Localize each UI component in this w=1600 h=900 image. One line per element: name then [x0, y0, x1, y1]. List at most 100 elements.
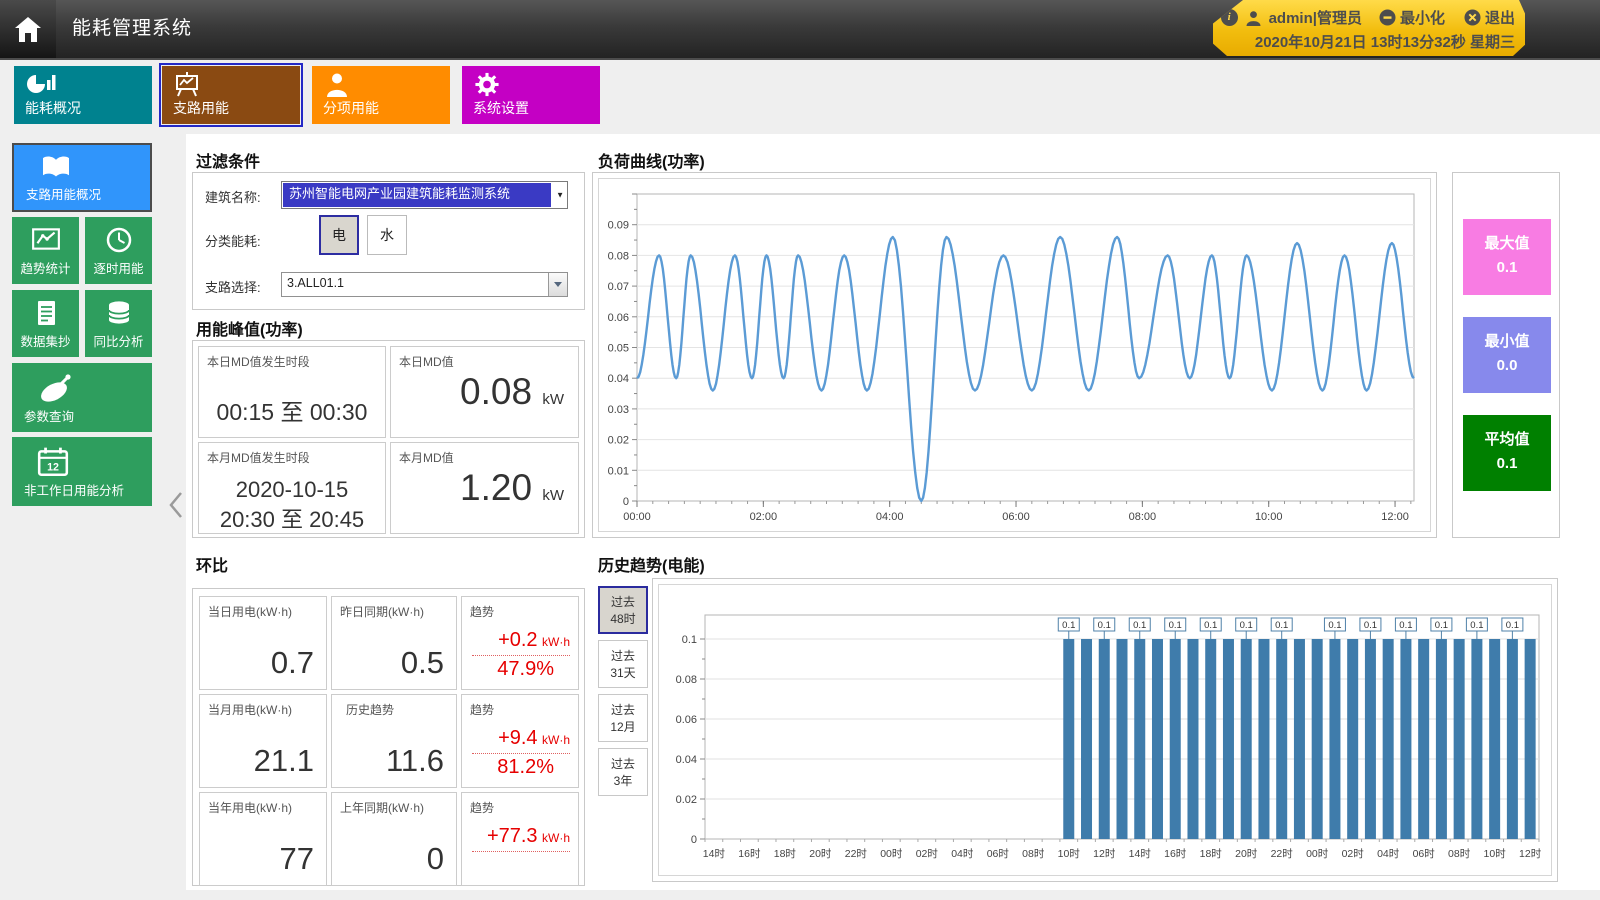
svg-text:0.02: 0.02	[608, 435, 629, 447]
svg-text:0.01: 0.01	[608, 465, 629, 477]
svg-text:0.1: 0.1	[1399, 620, 1412, 631]
svg-text:0.1: 0.1	[1240, 620, 1253, 631]
year-usage-card: 当年用电(kW·h)77	[199, 792, 327, 886]
svg-text:02:00: 02:00	[750, 511, 778, 523]
tab-past-31d[interactable]: 过去31天	[598, 640, 648, 688]
svg-text:12: 12	[47, 462, 59, 474]
close-icon	[1464, 9, 1481, 26]
sidebar-item-data-collection[interactable]: 数据集抄	[12, 290, 79, 357]
exit-button[interactable]: 退出	[1464, 7, 1515, 28]
svg-text:08时: 08时	[1448, 848, 1471, 860]
energy-type-electric-button[interactable]: 电	[319, 215, 359, 255]
trend-chart-icon	[31, 226, 61, 257]
peak-section-title: 用能峰值(功率)	[196, 316, 303, 340]
branch-select[interactable]: 3.ALL01.1	[281, 272, 568, 297]
nav-tab-system-settings[interactable]: 系统设置	[462, 66, 600, 124]
svg-text:12时: 12时	[1093, 848, 1116, 860]
ring-section-title: 环比	[196, 552, 228, 576]
svg-text:0.06: 0.06	[676, 714, 697, 726]
filter-section-title: 过滤条件	[196, 148, 260, 172]
svg-text:0.1: 0.1	[1364, 620, 1377, 631]
svg-text:22时: 22时	[845, 848, 868, 860]
svg-text:0.04: 0.04	[608, 373, 629, 385]
svg-text:04:00: 04:00	[876, 511, 904, 523]
ring-panel: 当日用电(kW·h)0.7 昨日同期(kW·h)0.5 趋势 +0.2 kW·h…	[192, 588, 585, 886]
svg-text:0.1: 0.1	[1133, 620, 1146, 631]
sidebar-item-trend-stats[interactable]: 趋势统计	[12, 217, 79, 284]
tab-past-12m[interactable]: 过去12月	[598, 694, 648, 742]
svg-text:0.1: 0.1	[1062, 620, 1075, 631]
svg-text:0.08: 0.08	[676, 674, 697, 686]
building-select-value: 苏州智能电网产业园建筑能耗监测系统	[283, 183, 551, 207]
svg-text:0.09: 0.09	[608, 220, 629, 232]
svg-text:12:00: 12:00	[1381, 511, 1409, 523]
energy-type-water-button[interactable]: 水	[367, 215, 407, 255]
svg-text:0.02: 0.02	[676, 794, 697, 806]
datetime-label: 2020年10月21日 13时13分32秒 星期三	[1255, 31, 1515, 52]
sidebar-item-parameter-query[interactable]: 参数查询	[12, 363, 152, 432]
svg-text:0.03: 0.03	[608, 404, 629, 416]
svg-text:0.1: 0.1	[1506, 620, 1519, 631]
svg-text:12时: 12时	[1519, 848, 1542, 860]
svg-text:20时: 20时	[1235, 848, 1258, 860]
page-title: 能耗管理系统	[72, 0, 192, 58]
md-month-period-card: 本月MD值发生时段 2020-10-1520:30 至 20:45	[198, 442, 386, 534]
lastyear-usage-card: 上年同期(kW·h)0	[331, 792, 457, 886]
dropdown-arrow-icon	[554, 282, 562, 287]
tab-past-48h[interactable]: 过去48时	[598, 586, 648, 634]
load-curve-panel: 00.010.020.030.040.050.060.070.080.0900:…	[592, 172, 1437, 538]
nav-tab-branch-energy[interactable]: 支路用能	[162, 66, 300, 124]
month-trend-card: 趋势 +9.4 kW·h 81.2%	[461, 694, 579, 788]
history-trend-card: 历史趋势11.6	[331, 694, 457, 788]
day-trend-card: 趋势 +0.2 kW·h 47.9%	[461, 596, 579, 690]
home-button[interactable]	[0, 0, 56, 58]
sidebar-item-nonworkday-analysis[interactable]: 12 非工作日用能分析	[12, 437, 152, 506]
info-icon[interactable]: i	[1221, 9, 1238, 26]
sidebar-item-yoy-analysis[interactable]: 同比分析	[85, 290, 152, 357]
minimize-button[interactable]: 最小化	[1379, 7, 1445, 28]
month-usage-card: 当月用电(kW·h)21.1	[199, 694, 327, 788]
svg-text:10时: 10时	[1484, 848, 1507, 860]
svg-text:02时: 02时	[1342, 848, 1365, 860]
svg-text:0.05: 0.05	[608, 343, 629, 355]
svg-text:18时: 18时	[1200, 848, 1223, 860]
sidebar-collapse-button[interactable]	[168, 490, 184, 525]
today-usage-card: 当日用电(kW·h)0.7	[199, 596, 327, 690]
svg-text:08:00: 08:00	[1129, 511, 1157, 523]
branch-select-label: 支路选择:	[205, 277, 261, 296]
building-select[interactable]: 苏州智能电网产业园建筑能耗监测系统 ▼	[281, 181, 568, 209]
svg-text:0.07: 0.07	[608, 281, 629, 293]
svg-text:0.1: 0.1	[1169, 620, 1182, 631]
home-icon	[13, 16, 43, 43]
nav-tab-subitem-energy[interactable]: 分项用能	[312, 66, 450, 124]
dropdown-arrow-icon: ▼	[556, 191, 564, 200]
filter-panel: 建筑名称: 苏州智能电网产业园建筑能耗监测系统 ▼ 分类能耗: 电 水 支路选择…	[192, 172, 585, 310]
branch-select-button[interactable]	[548, 273, 567, 296]
svg-text:0.1: 0.1	[1204, 620, 1217, 631]
svg-text:14时: 14时	[1129, 848, 1152, 860]
svg-text:10:00: 10:00	[1255, 511, 1283, 523]
svg-text:22时: 22时	[1271, 848, 1294, 860]
svg-text:0.1: 0.1	[1470, 620, 1483, 631]
sidebar-item-branch-overview[interactable]: 支路用能概况	[12, 143, 152, 212]
svg-text:06时: 06时	[987, 848, 1010, 860]
svg-text:0.06: 0.06	[608, 312, 629, 324]
load-curve-chart: 00.010.020.030.040.050.060.070.080.0900:…	[598, 178, 1431, 532]
tab-past-3y[interactable]: 过去3年	[598, 748, 648, 796]
clock-icon	[105, 226, 133, 259]
building-name-label: 建筑名称:	[205, 187, 261, 206]
svg-text:0.1: 0.1	[682, 634, 697, 646]
svg-text:16时: 16时	[1164, 848, 1187, 860]
year-trend-card: 趋势 +77.3 kW·h	[461, 792, 579, 886]
sidebar-item-hourly-energy[interactable]: 逐时用能	[85, 217, 152, 284]
stats-panel: 最大值0.1 最小值0.0 平均值0.1	[1452, 172, 1560, 538]
md-month-value-card: 本月MD值 1.20 kW	[390, 442, 579, 534]
svg-text:04时: 04时	[951, 848, 974, 860]
svg-text:0.08: 0.08	[608, 250, 629, 262]
svg-text:06时: 06时	[1413, 848, 1436, 860]
svg-text:06:00: 06:00	[1002, 511, 1030, 523]
energy-category-label: 分类能耗:	[205, 231, 261, 250]
user-icon	[1245, 10, 1262, 26]
svg-text:02时: 02时	[916, 848, 939, 860]
nav-tab-energy-overview[interactable]: 能耗概况	[14, 66, 152, 124]
